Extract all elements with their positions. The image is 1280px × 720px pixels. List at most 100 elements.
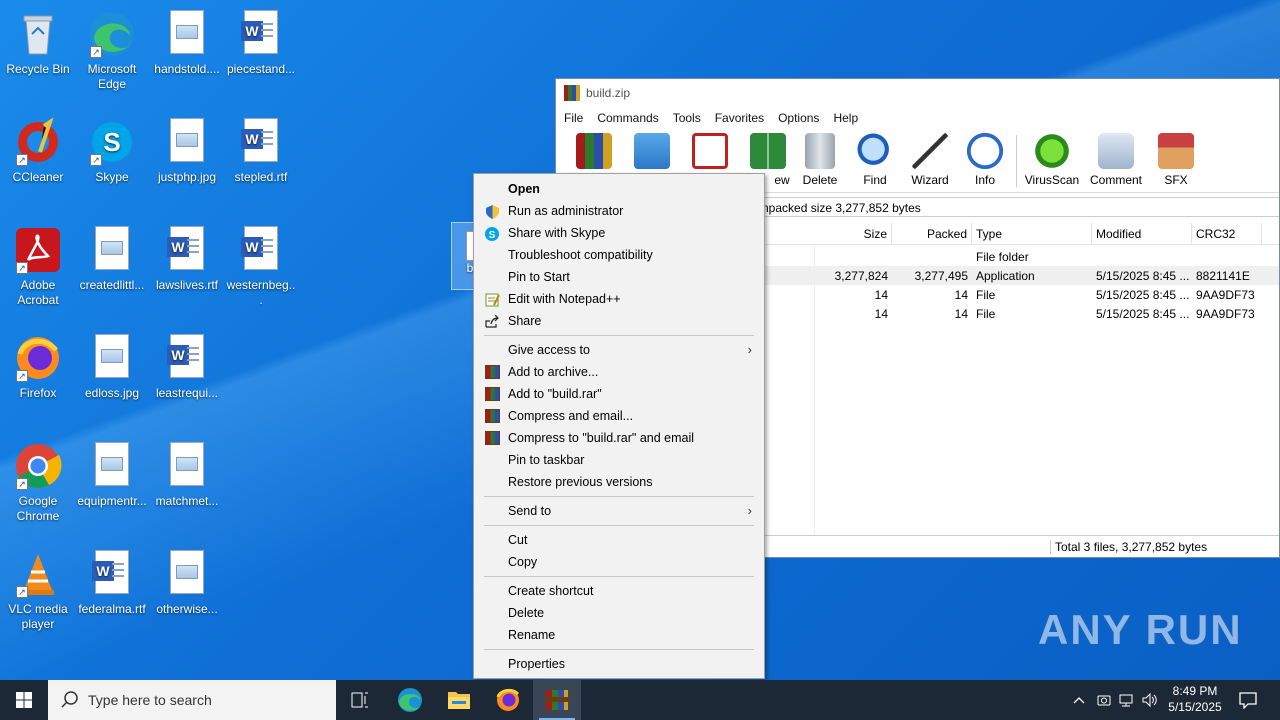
delete-button[interactable]: Delete: [792, 133, 848, 187]
desktop-icon-file[interactable]: W leastrequi...: [149, 328, 225, 432]
info-button[interactable]: Info: [957, 133, 1013, 187]
books-icon: [576, 133, 612, 169]
col-crc32[interactable]: CRC32: [1192, 223, 1262, 244]
find-button[interactable]: Find: [847, 133, 903, 187]
menu-favorites[interactable]: Favorites: [715, 111, 764, 125]
desktop-icon-file[interactable]: handstold....: [149, 4, 225, 108]
menu-item-label: Share: [508, 314, 542, 328]
virusscan-button[interactable]: VirusScan: [1024, 133, 1080, 187]
task-view-button[interactable]: [336, 680, 384, 720]
chevron-up-icon[interactable]: [1072, 693, 1086, 707]
wizard-button[interactable]: Wizard: [902, 133, 958, 187]
window-title: build.zip: [586, 86, 631, 100]
volume-icon[interactable]: [1141, 692, 1159, 708]
menu-item-share-skype[interactable]: S Share with Skype: [474, 222, 764, 244]
desktop-icon-file[interactable]: equipmentr...: [74, 436, 150, 540]
desktop-icon-label: leastrequi...: [155, 386, 219, 400]
taskbar-file-explorer[interactable]: [435, 680, 483, 720]
notification-icon[interactable]: [1238, 691, 1258, 709]
menu-item-send-to[interactable]: Send to ›: [474, 500, 764, 522]
menu-item-open[interactable]: Open: [474, 178, 764, 200]
network-icon[interactable]: [1118, 692, 1136, 708]
menu-item-edit-notepad[interactable]: Edit with Notepad++: [474, 288, 764, 310]
desktop-icon-vlc[interactable]: ↗ VLC media player: [0, 544, 76, 648]
desktop-icon-firefox[interactable]: ↗ Firefox: [0, 328, 76, 432]
menu-item-pin-start[interactable]: Pin to Start: [474, 266, 764, 288]
desktop-icon-ccleaner[interactable]: ↗ CCleaner: [0, 112, 76, 216]
desktop-icon-file[interactable]: matchmet...: [149, 436, 225, 540]
menu-item-label: Pin to Start: [508, 270, 570, 284]
menu-item-run-as-admin[interactable]: Run as administrator: [474, 200, 764, 222]
word-file-icon: W: [163, 226, 211, 274]
start-button[interactable]: [0, 680, 48, 720]
desktop-icon-edge[interactable]: ↗ Microsoft Edge: [74, 4, 150, 108]
camera-icon[interactable]: [1096, 692, 1112, 708]
menu-item-add-archive[interactable]: Add to archive...: [474, 361, 764, 383]
taskbar-winrar[interactable]: [533, 680, 581, 720]
menu-item-rename[interactable]: Rename: [474, 624, 764, 646]
menu-item-label: Rename: [508, 628, 556, 642]
desktop-icon-label: equipmentr...: [77, 494, 147, 508]
col-size[interactable]: Size: [814, 223, 892, 244]
winrar-icon: [485, 365, 500, 379]
menu-help[interactable]: Help: [833, 111, 858, 125]
desktop-icon-file[interactable]: otherwise...: [149, 544, 225, 648]
col-modified[interactable]: Modified: [1092, 223, 1192, 244]
menu-item-label: Copy: [508, 555, 538, 569]
desktop-icon-file[interactable]: W federalma.rtf: [74, 544, 150, 648]
menu-options[interactable]: Options: [778, 111, 819, 125]
desktop-icon-file[interactable]: justphp.jpg: [149, 112, 225, 216]
menu-commands[interactable]: Commands: [597, 111, 658, 125]
desktop-icon-google-chrome[interactable]: ↗ Google Chrome: [0, 436, 76, 540]
menu-item-restore-versions[interactable]: Restore previous versions: [474, 471, 764, 493]
desktop-icon-label: Firefox: [19, 386, 57, 400]
cell-size: 14: [874, 307, 888, 321]
menu-file[interactable]: File: [564, 111, 583, 125]
menu-item-share[interactable]: Share: [474, 310, 764, 332]
desktop-icon-file[interactable]: edloss.jpg: [74, 328, 150, 432]
folder-icon: [448, 692, 470, 709]
menu-tools[interactable]: Tools: [673, 111, 701, 125]
extract-button[interactable]: [624, 133, 680, 173]
sfx-button[interactable]: SFX: [1148, 133, 1204, 187]
cell-modified: 5/15/2025 8:45 ...: [1096, 288, 1190, 302]
desktop-icon-recycle-bin[interactable]: Recycle Bin: [0, 4, 76, 108]
menu-item-delete[interactable]: Delete: [474, 602, 764, 624]
desktop-icon-file[interactable]: W piecestand...: [223, 4, 299, 108]
menu-item-create-shortcut[interactable]: Create shortcut: [474, 580, 764, 602]
cell-crc: 9AA9DF73: [1196, 288, 1255, 302]
menu-item-troubleshoot[interactable]: Troubleshoot compatibility: [474, 244, 764, 266]
window-titlebar[interactable]: build.zip: [556, 79, 1279, 107]
desktop-icon-skype[interactable]: S ↗ Skype: [74, 112, 150, 216]
taskbar-firefox[interactable]: [484, 680, 532, 720]
desktop-icon-adobe-acrobat[interactable]: ↗ Adobe Acrobat: [0, 220, 76, 324]
taskbar-edge[interactable]: [386, 680, 434, 720]
image-file-icon: [163, 118, 211, 166]
comment-button[interactable]: Comment: [1088, 133, 1144, 187]
menu-item-label: Share with Skype: [508, 226, 606, 240]
taskbar-search-box[interactable]: Type here to search: [48, 680, 336, 720]
desktop-icon-file[interactable]: W stepled.rtf: [223, 112, 299, 216]
col-packed[interactable]: Packed: [892, 223, 972, 244]
menu-item-give-access[interactable]: Give access to ›: [474, 339, 764, 361]
ccleaner-icon: ↗: [14, 117, 62, 166]
menu-item-cut[interactable]: Cut: [474, 529, 764, 551]
menu-item-add-build-rar[interactable]: Add to "build.rar": [474, 383, 764, 405]
desktop-icon-file[interactable]: createdlittl...: [74, 220, 150, 324]
task-view-icon: [351, 692, 368, 708]
menu-item-pin-taskbar[interactable]: Pin to taskbar: [474, 449, 764, 471]
system-clock[interactable]: 8:49 PM 5/15/2025: [1162, 683, 1228, 715]
menu-item-compress-build-email[interactable]: Compress to "build.rar" and email: [474, 427, 764, 449]
test-button[interactable]: [682, 133, 738, 173]
menu-item-copy[interactable]: Copy: [474, 551, 764, 573]
desktop-icon-file[interactable]: W westernbeg...: [223, 220, 299, 324]
menu-item-label: Give access to: [508, 343, 590, 357]
desktop-icon-file[interactable]: W lawslives.rtf: [149, 220, 225, 324]
menu-item-label: Troubleshoot compatibility: [508, 248, 653, 262]
add-button[interactable]: [566, 133, 622, 173]
desktop-icon-label: Google Chrome: [16, 494, 60, 523]
col-type[interactable]: Type: [972, 223, 1092, 244]
menu-item-compress-email[interactable]: Compress and email...: [474, 405, 764, 427]
search-icon: [61, 691, 78, 708]
menu-item-properties[interactable]: Properties: [474, 653, 764, 675]
